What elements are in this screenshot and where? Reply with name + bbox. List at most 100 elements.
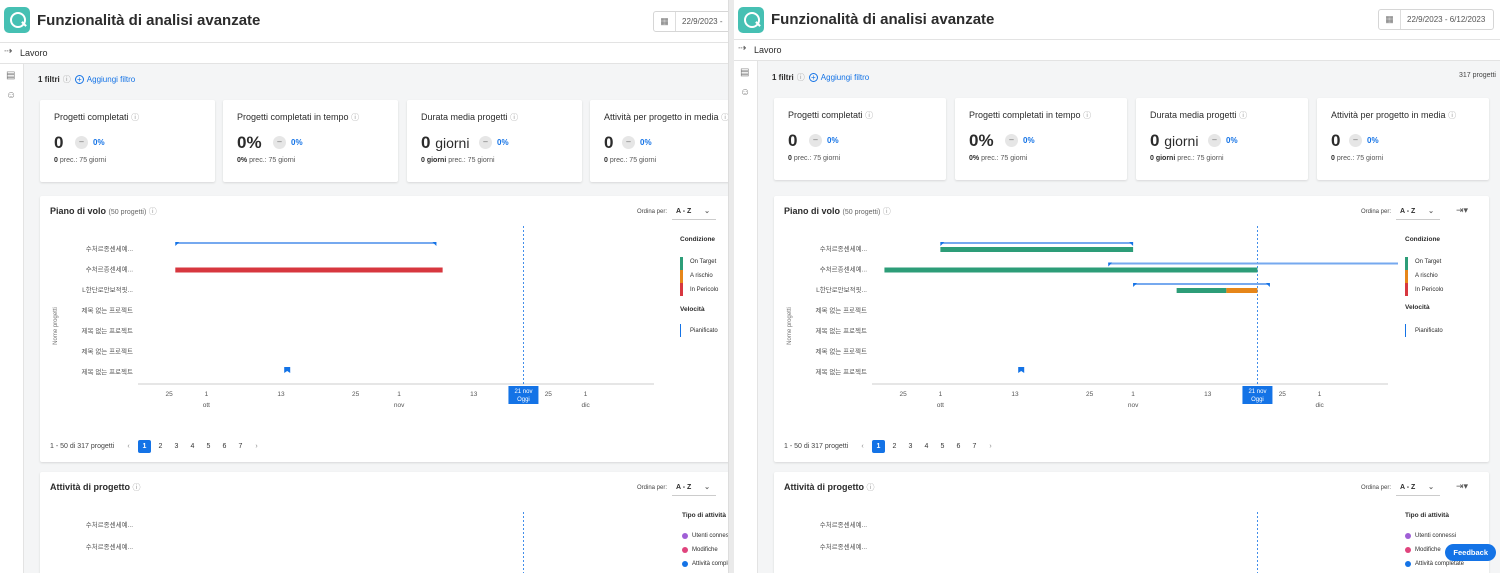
chevron-down-icon: ⌄ (704, 208, 710, 215)
sort-select[interactable]: A - Z ⌄ (1396, 481, 1440, 496)
add-filter-link[interactable]: Aggiungi filtro (821, 73, 869, 82)
kpi-previous: 0 prec.: 75 giorni (54, 157, 107, 164)
project-label: 수처르종센세예... (86, 520, 133, 529)
legend-swatch (1405, 283, 1408, 296)
x-month-label: ott (937, 402, 944, 409)
x-tick-label: 1 (939, 391, 943, 398)
page-button[interactable]: 4 (186, 440, 199, 453)
kpi-change: 0% (827, 136, 839, 145)
page-button[interactable]: 2 (154, 440, 167, 453)
side-rail: ▤ ☺ (0, 64, 24, 573)
project-label: 제목 없는 프로젝트 (82, 326, 133, 335)
breadcrumb-label: Lavoro (754, 45, 782, 55)
kpi-value: 0 (1331, 131, 1341, 150)
analytics-logo-icon (4, 7, 30, 33)
page-button[interactable]: 5 (202, 440, 215, 453)
page-button[interactable]: 5 (936, 440, 949, 453)
legend-dot (682, 561, 688, 567)
legend-dot (1405, 533, 1411, 539)
x-tick-label: 1 (1318, 391, 1322, 398)
project-label: L한단로안보적핏... (816, 285, 867, 294)
people-icon[interactable]: ☺ (740, 87, 750, 98)
x-tick-label: 1 (205, 391, 209, 398)
kpi-card: Progetti completati in tempo ⓘ 0% – 0% 0… (223, 100, 398, 182)
kpi-change: 0% (1367, 136, 1379, 145)
trend-neutral-icon: – (479, 136, 492, 149)
kpi-title: Progetti completati in tempo ⓘ (969, 110, 1092, 120)
pagination-range: 1 - 50 di 317 progetti (50, 443, 115, 450)
milestone-flag (284, 367, 291, 373)
kpi-card: Progetti completati in tempo ⓘ 0% – 0% 0… (955, 98, 1127, 180)
report-icon[interactable]: ▤ (6, 70, 15, 81)
x-tick-label: 25 (352, 391, 360, 398)
kpi-title: Progetti completati ⓘ (788, 110, 874, 120)
legend-title: Tipo di attività (1405, 512, 1449, 519)
sort-select[interactable]: A - Z ⌄ (672, 205, 716, 220)
sort-select[interactable]: A - Z ⌄ (1396, 205, 1440, 220)
breadcrumb: ⇢ Lavoro (734, 40, 1500, 61)
add-filter-link[interactable]: Aggiungi filtro (87, 75, 135, 84)
kpi-previous: 0 prec.: 75 giorni (788, 155, 841, 162)
kpi-value: 0% (237, 133, 262, 152)
page-button[interactable]: 4 (920, 440, 933, 453)
feedback-button[interactable]: Feedback (1445, 544, 1496, 561)
planned-bar (1133, 283, 1270, 285)
prev-page-button[interactable]: ‹ (122, 440, 135, 453)
x-tick-label: 1 (397, 391, 401, 398)
kpi-card: Durata media progetti ⓘ 0 giorni – 0% 0 … (407, 100, 582, 182)
page-button[interactable]: 6 (218, 440, 231, 453)
kpi-change: 0% (93, 138, 105, 147)
project-label: 수처르종센세예... (820, 520, 867, 529)
actual-bar (1226, 288, 1258, 293)
legend-title: Tipo di attività (682, 512, 726, 519)
trend-neutral-icon: – (1349, 134, 1362, 147)
filter-count: 1 filtri (38, 75, 60, 84)
collapse-arrow-icon[interactable]: ⇢ (4, 46, 12, 57)
filter-bar: 1 filtri ⓘ + Aggiungi filtro (38, 74, 135, 85)
milestone-flag (1018, 367, 1025, 373)
page-button[interactable]: 7 (234, 440, 247, 453)
kpi-title: Attività per progetto in media ⓘ (604, 112, 729, 122)
chevron-down-icon: ⌄ (1428, 208, 1434, 215)
report-icon[interactable]: ▤ (740, 67, 749, 78)
export-icon[interactable]: ⇥▾ (1456, 481, 1468, 492)
sort-select[interactable]: A - Z ⌄ (672, 481, 716, 496)
page-button[interactable]: 1 (138, 440, 151, 453)
date-range-picker[interactable]: ▦ 22/9/2023 - 6/12/2023 (1378, 9, 1494, 30)
kpi-previous: 0 prec.: 75 giorni (1331, 155, 1384, 162)
page-button[interactable]: 6 (952, 440, 965, 453)
date-range-picker[interactable]: ▦ 22/9/2023 - (653, 11, 728, 32)
x-tick-label: 25 (899, 391, 907, 398)
kpi-change: 0% (1023, 136, 1035, 145)
x-tick-label: 13 (470, 391, 478, 398)
kpi-card: Progetti completati ⓘ 0 – 0% 0 prec.: 75… (774, 98, 946, 180)
next-page-button[interactable]: › (984, 440, 997, 453)
add-filter-icon[interactable]: + (808, 73, 818, 82)
sort-label: Ordina per: (637, 485, 668, 491)
export-icon[interactable]: ⇥▾ (1456, 205, 1468, 216)
next-page-button[interactable]: › (250, 440, 263, 453)
kpi-change: 0% (1226, 136, 1238, 145)
page-button[interactable]: 1 (872, 440, 885, 453)
people-icon[interactable]: ☺ (6, 90, 16, 101)
section-title: Attività di progetto ⓘ (784, 482, 875, 492)
collapse-arrow-icon[interactable]: ⇢ (738, 43, 746, 54)
sort-label: Ordina per: (637, 209, 668, 215)
pagination: 1 - 50 di 317 progetti ‹ 1 2 3 4 5 6 7 › (784, 440, 1000, 453)
side-rail: ▤ ☺ (734, 61, 758, 573)
page-button[interactable]: 2 (888, 440, 901, 453)
kpi-change: 0% (291, 138, 303, 147)
page-button[interactable]: 3 (170, 440, 183, 453)
add-filter-icon[interactable]: + (74, 75, 84, 84)
page-button[interactable]: 3 (904, 440, 917, 453)
project-label: 수처르종센세예... (820, 265, 867, 274)
legend-title: Velocità (1405, 304, 1430, 311)
project-label: 제목 없는 프로젝트 (816, 306, 867, 315)
actual-bar (1176, 288, 1227, 293)
prev-page-button[interactable]: ‹ (856, 440, 869, 453)
page-button[interactable]: 7 (968, 440, 981, 453)
flight-plan-card: Piano di volo (50 progetti) ⓘ Ordina per… (774, 196, 1489, 462)
project-label: 제목 없는 프로젝트 (816, 347, 867, 356)
activity-legend: Tipo di attività Utenti connessi Modific… (1405, 512, 1475, 573)
planned-bar (1108, 262, 1398, 265)
